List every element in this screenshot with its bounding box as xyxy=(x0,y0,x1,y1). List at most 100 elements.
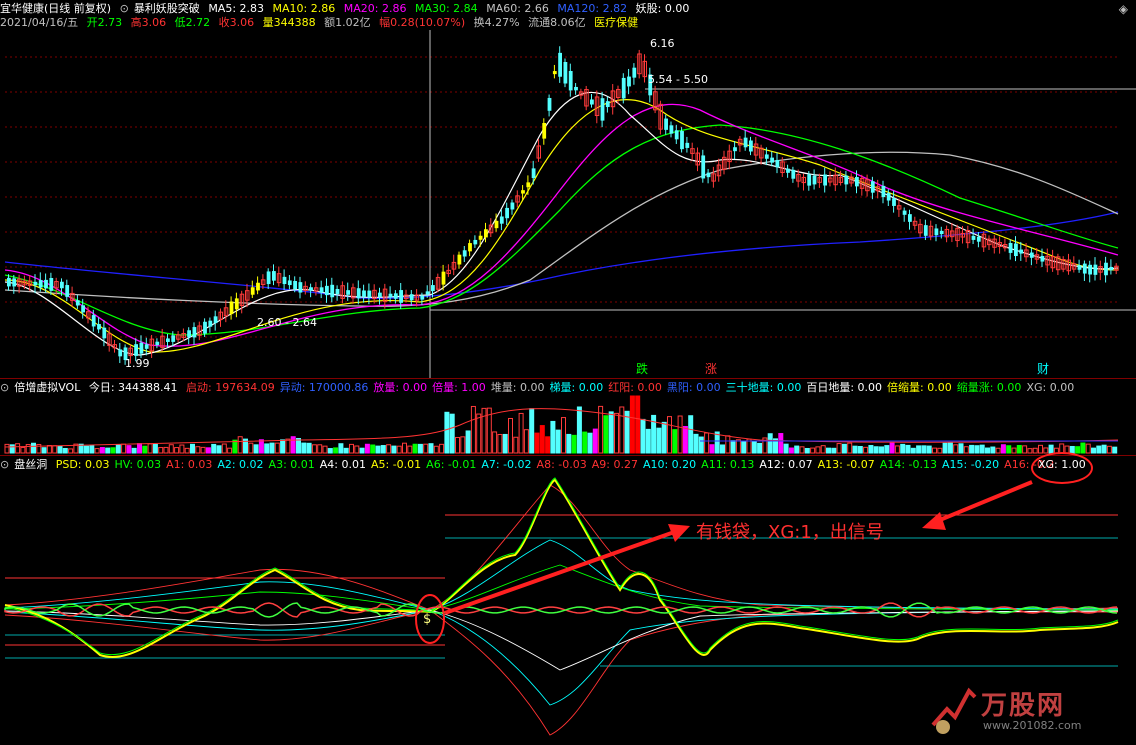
candle-body xyxy=(287,280,292,286)
volume-bar xyxy=(645,428,651,454)
volume-bar xyxy=(640,418,646,454)
volume-bar xyxy=(174,447,180,454)
price-chart[interactable]: 6.16 5.54 - 5.50 2.60 - 2.64 1.99 跌 涨 财 xyxy=(0,30,1136,378)
volume-bar xyxy=(831,447,837,454)
stock-name[interactable]: 宜华健康(日线 前复权) xyxy=(0,2,111,15)
candle-body xyxy=(33,281,38,286)
ma30-line xyxy=(4,124,1119,336)
volume-bar xyxy=(227,447,233,454)
volume-bar xyxy=(481,407,487,454)
volume-bar xyxy=(359,447,365,454)
volume-bar xyxy=(730,440,736,454)
volume-bar xyxy=(465,430,471,454)
volume-bar xyxy=(354,445,360,454)
volume-bar xyxy=(89,444,95,454)
vol-metric-4: 堆量: 0.00 xyxy=(490,381,545,394)
volume-bars xyxy=(4,395,1118,454)
volume-bar xyxy=(741,440,747,454)
volume-bar xyxy=(4,443,10,454)
marker-cai: 财 xyxy=(1037,362,1049,376)
candle-body xyxy=(457,254,462,265)
volume-bar xyxy=(370,444,376,454)
quote-date: 2021/04/16/五 xyxy=(0,16,79,29)
volume-bar xyxy=(253,444,259,454)
vol-metric-7: 黑阳: 0.00 xyxy=(666,381,721,394)
vol-metric-8: 三十地量: 0.00 xyxy=(725,381,802,394)
volume-bar xyxy=(1006,445,1012,454)
vol-metric-12: XG: 0.00 xyxy=(1026,381,1075,394)
volume-bar xyxy=(327,448,333,454)
volume-bar xyxy=(1101,444,1107,454)
volume-bar xyxy=(57,445,63,454)
volume-chart[interactable] xyxy=(0,395,1136,455)
volume-bar xyxy=(386,444,392,454)
marker-die: 跌 xyxy=(636,361,648,376)
volume-bar xyxy=(656,427,662,454)
watermark-brand: 万股网 xyxy=(981,691,1066,721)
volume-bar xyxy=(94,448,100,454)
ma120-line xyxy=(4,211,1119,299)
candle-body xyxy=(902,210,907,215)
volume-bar xyxy=(667,416,672,454)
candle-body xyxy=(1104,262,1108,276)
volume-bar xyxy=(757,442,763,454)
candle-body xyxy=(521,190,525,194)
candle-body xyxy=(367,290,372,298)
candle-body xyxy=(484,229,488,238)
ma10-line xyxy=(4,99,1119,353)
indicator-dropdown-icon[interactable]: ⊙ xyxy=(120,2,129,15)
pane-separator xyxy=(0,378,1136,379)
candle-body xyxy=(362,290,366,297)
candle-body xyxy=(552,71,557,75)
candle-body xyxy=(786,168,790,173)
vol-dropdown-icon[interactable]: ⊙ xyxy=(0,381,9,394)
volume-bar xyxy=(311,444,317,454)
candle-body xyxy=(749,140,753,152)
candle-body xyxy=(441,271,446,285)
volume-bar xyxy=(1043,447,1049,454)
candle-body xyxy=(574,86,578,91)
candle-body xyxy=(7,277,11,287)
volume-bar xyxy=(1096,445,1102,454)
volume-bar xyxy=(682,425,688,454)
indicator-name[interactable]: 暴利妖股突破 xyxy=(134,2,200,15)
quote-amount: 额1.02亿 xyxy=(324,16,371,29)
candle-body xyxy=(526,182,531,188)
volume-bar xyxy=(810,447,816,454)
volume-bar xyxy=(1038,444,1043,454)
quote-low: 低2.72 xyxy=(174,16,211,29)
volume-bar xyxy=(237,436,243,454)
volume-bar xyxy=(99,447,105,454)
candle-body xyxy=(855,176,859,187)
volume-bar xyxy=(322,445,328,454)
volume-bar xyxy=(714,431,720,454)
volume-bar xyxy=(921,445,927,454)
volume-bar xyxy=(704,432,710,454)
vol-title[interactable]: 倍增虚拟VOL xyxy=(14,381,80,394)
candle-body xyxy=(388,293,393,298)
volume-bar xyxy=(84,445,89,454)
candle-body xyxy=(91,315,96,327)
volume-bar xyxy=(932,447,937,454)
ma5-line xyxy=(4,91,1119,356)
collapse-icon[interactable]: ◈ xyxy=(1119,2,1128,16)
candle-body xyxy=(330,284,335,298)
quote-float: 流通8.06亿 xyxy=(528,16,586,29)
candle-body xyxy=(49,277,54,291)
psd-secondary-line xyxy=(4,477,1119,656)
vol-today: 今日: 344388.41 xyxy=(88,381,178,394)
candle-body xyxy=(1040,255,1045,262)
candle-body xyxy=(75,300,80,306)
volume-bar xyxy=(396,445,402,454)
volume-bar xyxy=(349,443,354,454)
candle-body xyxy=(378,292,382,298)
volume-bar xyxy=(423,443,429,454)
volume-bar xyxy=(910,447,916,454)
volume-bar xyxy=(333,447,339,454)
candle-body xyxy=(1088,264,1092,275)
volume-bar xyxy=(68,448,74,454)
volume-bar xyxy=(9,444,15,454)
candle-body xyxy=(770,157,774,163)
candle-body xyxy=(1014,243,1018,257)
volume-bar xyxy=(1000,444,1006,454)
